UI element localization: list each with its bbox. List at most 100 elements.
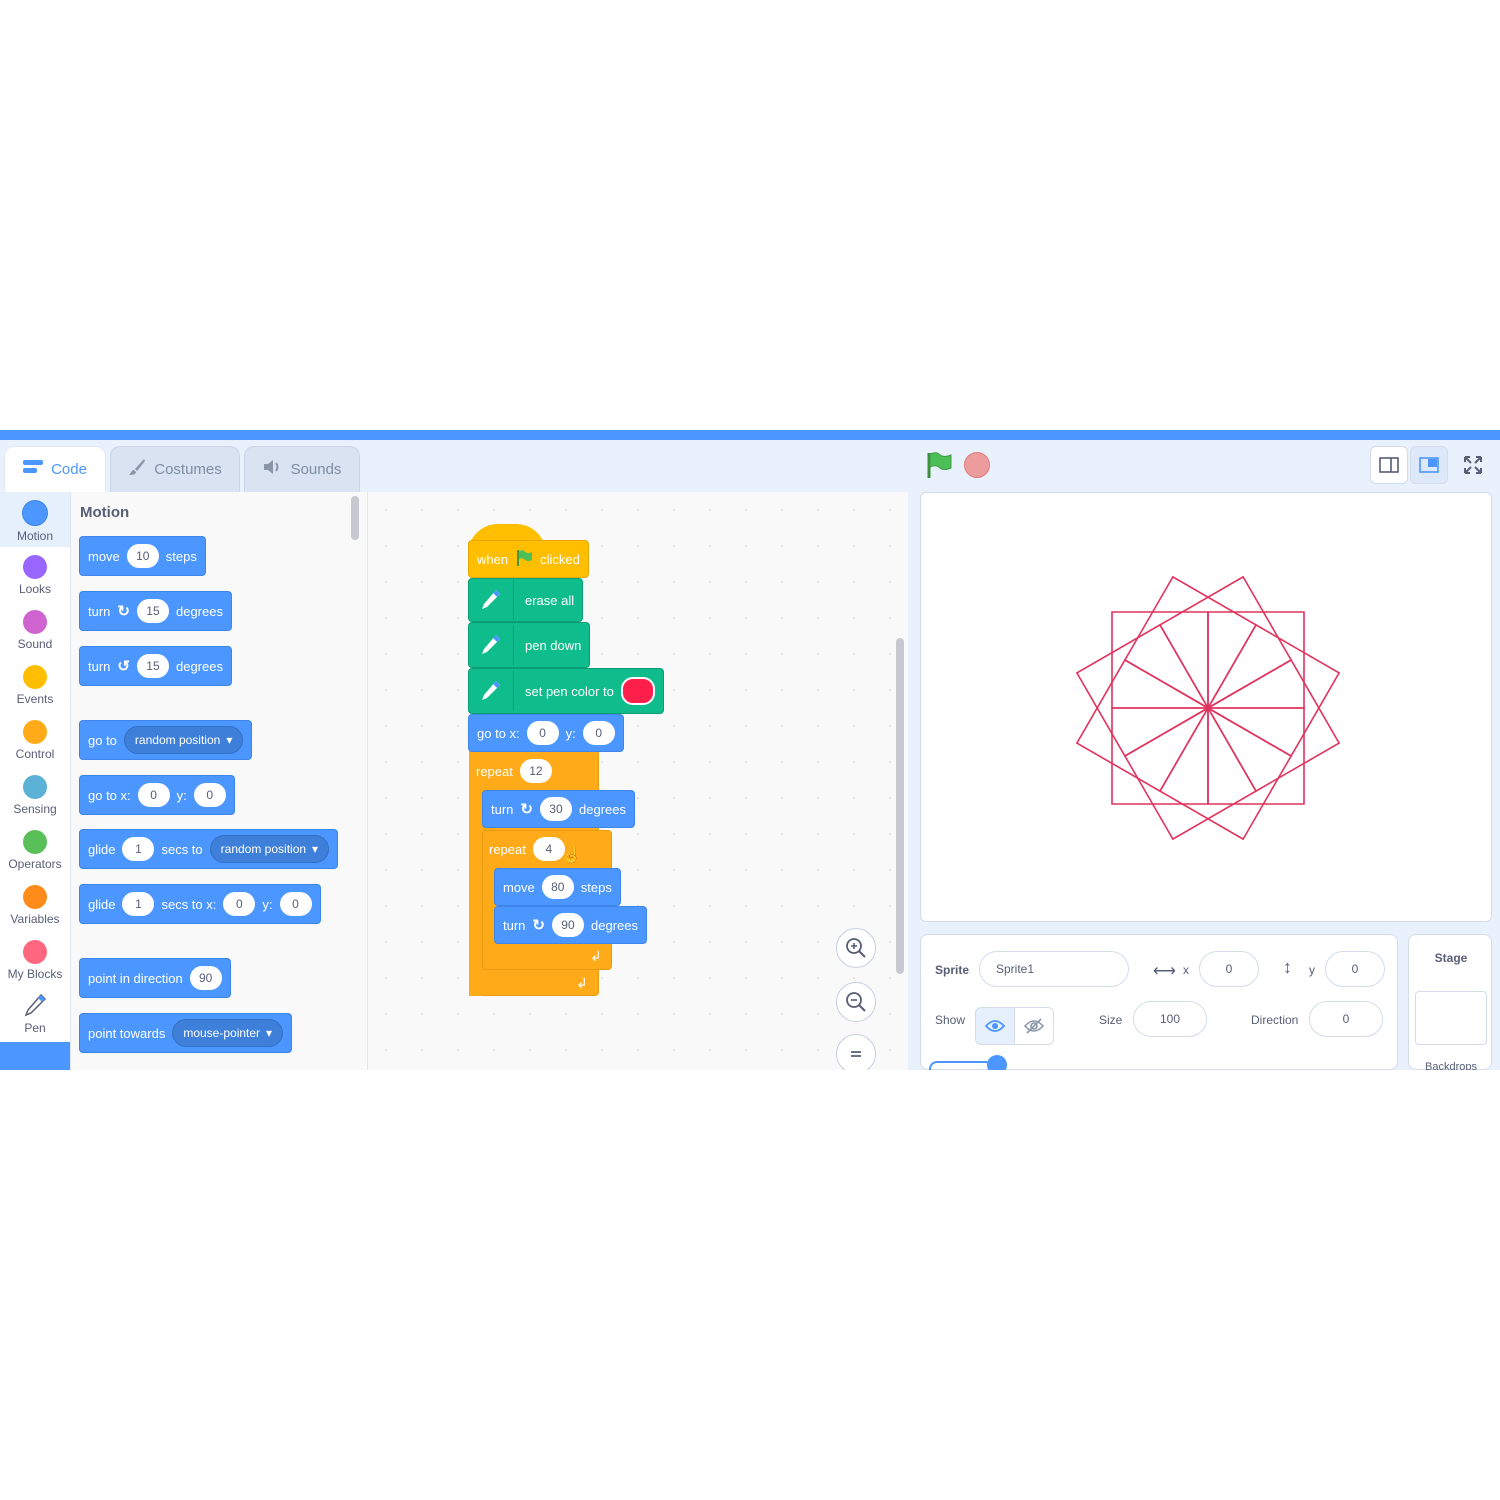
pen-icon	[23, 993, 47, 1019]
degrees-input[interactable]: 15	[136, 599, 169, 623]
repeat-count-input[interactable]: 4	[532, 837, 565, 861]
block-go-to[interactable]: go to random position ▾	[79, 720, 253, 760]
target-dropdown[interactable]: random position ▾	[123, 726, 244, 754]
x-input[interactable]: 0	[223, 892, 256, 916]
block-turn-right[interactable]: turn ↻ 90 degrees	[494, 906, 647, 944]
tab-sounds[interactable]: Sounds	[244, 446, 360, 492]
sprite-name-input[interactable]: Sprite1	[979, 951, 1129, 987]
x-input[interactable]: 0	[526, 721, 559, 745]
repeat-count-input[interactable]: 12	[519, 759, 552, 783]
category-operators[interactable]: Operators	[0, 822, 70, 877]
block-move[interactable]: move 80 steps	[494, 868, 621, 906]
my-blocks-dot-icon	[23, 940, 47, 964]
pen-square-5	[1123, 707, 1258, 841]
steps-input[interactable]: 80	[541, 875, 574, 899]
target-dropdown[interactable]: mouse-pointer ▾	[172, 1019, 284, 1047]
block-text: point in direction	[88, 970, 183, 986]
block-text: turn	[88, 603, 111, 619]
block-text: pen down	[525, 637, 582, 653]
delete-sprite-icon[interactable]	[987, 1055, 1007, 1070]
block-text: erase all	[525, 592, 575, 608]
block-turn-left[interactable]: turn ↺ 15 degrees	[79, 646, 232, 686]
block-erase-all[interactable]: erase all	[468, 578, 584, 622]
category-label: Looks	[18, 582, 52, 596]
category-control[interactable]: Control	[0, 712, 70, 767]
block-glide-to-xy[interactable]: glide 1 secs to x: 0 y: 0	[79, 884, 321, 924]
zoom-reset-button[interactable]	[836, 1034, 876, 1070]
stage-canvas[interactable]	[920, 492, 1492, 922]
y-input[interactable]: 0	[582, 721, 615, 745]
category-label: Variables	[10, 912, 60, 926]
script-scrollbar[interactable]	[896, 638, 904, 974]
zoom-out-button[interactable]	[836, 982, 876, 1022]
category-sensing[interactable]: Sensing	[0, 767, 70, 822]
loop-arrow-icon: ↲	[590, 948, 602, 964]
y-input[interactable]: 0	[279, 892, 312, 916]
direction-input[interactable]: 0	[1309, 1001, 1383, 1037]
degrees-input[interactable]: 30	[539, 797, 572, 821]
stage-selector-pane[interactable]: Stage Backdrops	[1408, 934, 1492, 1070]
block-repeat-outer[interactable]: repeat 12	[468, 754, 560, 788]
fullscreen-button[interactable]	[1454, 446, 1492, 484]
category-events[interactable]: Events	[0, 657, 70, 712]
events-dot-icon	[23, 665, 47, 689]
add-extension-button[interactable]	[0, 1042, 70, 1070]
x-position-input[interactable]: 0	[1199, 951, 1259, 987]
pen-square-10	[1123, 575, 1258, 709]
degrees-input[interactable]: 15	[136, 654, 169, 678]
tab-code[interactable]: Code	[4, 446, 106, 492]
category-motion[interactable]: Motion	[0, 492, 70, 547]
block-point-towards[interactable]: point towards mouse-pointer ▾	[79, 1013, 293, 1053]
category-variables[interactable]: Variables	[0, 877, 70, 932]
stop-button[interactable]	[964, 452, 990, 478]
category-label: Control	[15, 747, 55, 761]
sprite-thumbnail-selected[interactable]	[929, 1061, 993, 1070]
block-go-to-xy[interactable]: go to x: 0 y: 0	[468, 714, 624, 752]
sprite-info-pane: Sprite Sprite1 ⟷ x 0 ↕ y 0 Show Size 100…	[920, 934, 1398, 1070]
small-stage-button[interactable]	[1370, 446, 1408, 484]
block-point-in-direction[interactable]: point in direction 90	[79, 958, 231, 998]
zoom-in-button[interactable]	[836, 928, 876, 968]
block-text: repeat	[489, 841, 526, 857]
pen-color-picker[interactable]	[620, 677, 655, 705]
size-input[interactable]: 100	[1133, 1001, 1207, 1037]
secs-input[interactable]: 1	[122, 837, 155, 861]
target-dropdown[interactable]: random position ▾	[209, 835, 330, 863]
y-input[interactable]: 0	[193, 783, 226, 807]
looks-dot-icon	[23, 555, 47, 579]
y-position-input[interactable]: 0	[1325, 951, 1385, 987]
tab-costumes[interactable]: Costumes	[110, 446, 240, 492]
category-pen[interactable]: Pen	[0, 987, 70, 1042]
block-repeat-inner[interactable]: repeat 4 ☝	[481, 832, 590, 866]
block-move[interactable]: move 10 steps	[79, 536, 206, 576]
block-when-flag-clicked[interactable]: when clicked	[468, 540, 589, 578]
vertical-arrows-icon: ↕	[1283, 957, 1292, 977]
pen-square-8	[1075, 623, 1209, 758]
palette-scrollbar[interactable]	[351, 496, 359, 540]
script-area[interactable]: when clicked erase all pen down set pen …	[368, 492, 908, 1070]
show-hidden-button[interactable]	[1014, 1007, 1054, 1045]
green-flag-button[interactable]	[924, 450, 954, 480]
category-sound[interactable]: Sound	[0, 602, 70, 657]
secs-input[interactable]: 1	[122, 892, 155, 916]
category-looks[interactable]: Looks	[0, 547, 70, 602]
eye-slash-icon	[1024, 1018, 1044, 1034]
block-go-to-xy[interactable]: go to x: 0 y: 0	[79, 775, 235, 815]
category-my-blocks[interactable]: My Blocks	[0, 932, 70, 987]
dropdown-value: random position	[220, 842, 307, 856]
block-pen-down[interactable]: pen down	[468, 622, 591, 668]
block-glide-to[interactable]: glide 1 secs to random position ▾	[79, 829, 339, 869]
green-flag-icon	[515, 549, 533, 570]
backdrop-thumbnail[interactable]	[1415, 991, 1487, 1045]
block-turn-right[interactable]: turn ↻ 30 degrees	[482, 790, 635, 828]
degrees-input[interactable]: 90	[551, 913, 584, 937]
x-input[interactable]: 0	[137, 783, 170, 807]
block-set-pen-color[interactable]: set pen color to	[468, 668, 664, 714]
show-label: Show	[935, 1013, 966, 1027]
zoom-in-icon	[846, 938, 866, 958]
steps-input[interactable]: 10	[126, 544, 159, 568]
block-turn-right[interactable]: turn ↻ 15 degrees	[79, 591, 232, 631]
direction-input[interactable]: 90	[189, 966, 222, 990]
normal-stage-button[interactable]	[1410, 446, 1448, 484]
show-visible-button[interactable]	[975, 1007, 1015, 1045]
